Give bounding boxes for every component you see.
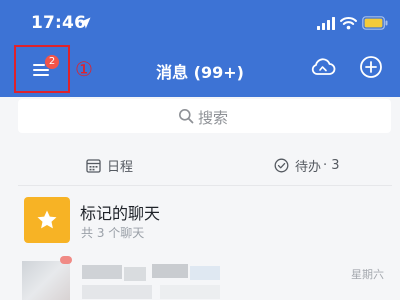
cloud-sync-icon[interactable] (310, 56, 336, 78)
blurred-name (82, 265, 122, 279)
page-title: 消息 (99+) (156, 63, 244, 82)
blurred-name (190, 266, 220, 280)
search-icon (179, 109, 194, 124)
status-bar: 17:46 (0, 0, 400, 44)
location-arrow-icon (79, 17, 91, 29)
star-icon (37, 210, 57, 229)
battery-icon (362, 16, 388, 30)
star-tile (24, 197, 70, 243)
starred-subtitle: 共 3 个聊天 (81, 226, 145, 240)
starred-title: 标记的聊天 (80, 204, 161, 223)
todo-link[interactable]: 待办 · 3 (274, 155, 340, 175)
wifi-icon (340, 17, 357, 30)
schedule-link[interactable]: 日程 (86, 155, 133, 175)
blurred-name (124, 267, 146, 281)
blurred-preview (160, 285, 220, 299)
conversation-time: 星期六 (351, 268, 384, 281)
nav-bar: 2 ① 消息 (99+) (0, 44, 400, 97)
add-circle-icon[interactable] (359, 55, 383, 79)
divider (18, 185, 392, 186)
check-circle-icon (274, 158, 289, 172)
todo-label: 待办 (295, 159, 322, 175)
blurred-preview (82, 285, 152, 299)
blurred-name (152, 264, 188, 278)
search-placeholder: 搜索 (198, 109, 229, 127)
starred-chats-item[interactable]: 标记的聊天 共 3 个聊天 (0, 190, 400, 248)
unread-indicator (60, 256, 72, 264)
calendar-icon (86, 158, 101, 173)
cellular-signal-icon (317, 17, 335, 30)
conversation-item[interactable]: 星期六 (0, 255, 400, 300)
avatar (22, 261, 70, 300)
quick-links: 日程 待办 · 3 (0, 147, 400, 183)
schedule-label: 日程 (107, 159, 134, 175)
search-input[interactable]: 搜索 (18, 99, 391, 133)
app-header: 17:46 2 ① 消息 (99+) (0, 0, 400, 97)
todo-count: · 3 (323, 157, 340, 173)
